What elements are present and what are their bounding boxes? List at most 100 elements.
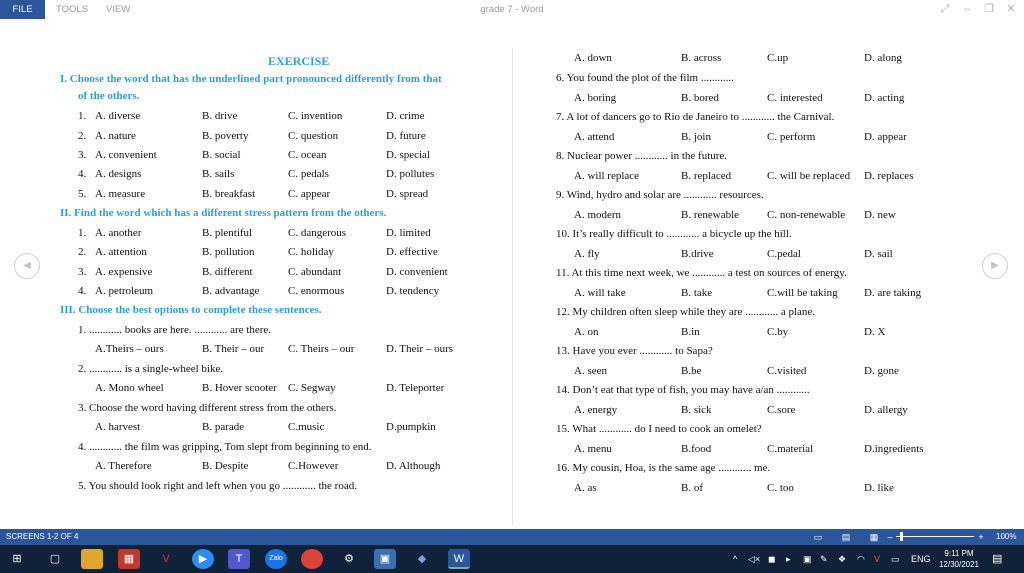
option-a: A. Therefore [95, 460, 152, 472]
question-2: 2. ............ is a single-wheel bike. [78, 363, 224, 375]
option-c: C. appear [288, 188, 331, 200]
option-c: C.by [767, 325, 789, 338]
section-1-heading-cont: of the others. [78, 90, 140, 102]
option-d: D. gone [864, 364, 899, 377]
word-icon[interactable]: W [448, 549, 470, 569]
option-b: B. sick [681, 403, 712, 416]
settings-icon[interactable]: ⚙ [338, 549, 360, 569]
option-b: B. plentiful [202, 227, 253, 239]
fullscreen-icon[interactable]: ⤢ [935, 2, 955, 17]
previous-screen-icon[interactable]: ◀ [14, 253, 40, 279]
option-b: B. parade [202, 421, 245, 433]
maps-pin-icon[interactable]: ◆ [411, 549, 433, 569]
option-c: C. too [767, 481, 794, 494]
option-d: D. effective [386, 246, 438, 258]
option-c: C. dangerous [288, 227, 347, 239]
option-a: A. attend [574, 130, 615, 143]
zoom-in-icon[interactable]: + [975, 531, 987, 543]
windows-start-icon[interactable]: ⊞ [6, 549, 28, 569]
zoom-out-icon[interactable]: – [884, 531, 896, 543]
file-explorer-icon[interactable] [81, 549, 103, 569]
media-play-icon[interactable]: ▸ [786, 552, 791, 566]
zoom-app-icon[interactable]: ▶ [192, 549, 214, 569]
question-3: 3. Choose the word having different stre… [78, 402, 337, 414]
antivirus-icon[interactable]: V [874, 552, 880, 566]
option-a: A.Theirs – ours [95, 343, 164, 355]
chrome-icon[interactable] [301, 549, 323, 569]
clock-date: 12/30/2021 [938, 560, 980, 569]
print-layout-icon[interactable]: ▤ [840, 531, 852, 543]
option-c: C. question [288, 130, 339, 142]
restore-icon[interactable]: ❐ [979, 2, 999, 17]
teams-icon[interactable]: T [228, 549, 250, 569]
battery-icon[interactable]: ▭ [891, 552, 900, 566]
option-a: A. modern [574, 208, 622, 221]
vtv-app-icon[interactable]: V [155, 549, 177, 569]
zalo-icon[interactable]: Zalo [265, 549, 287, 569]
camera-icon[interactable]: ▣ [803, 552, 812, 566]
minimize-icon[interactable]: – [957, 2, 977, 17]
question-16: 16. My cousin, Hoa, is the same age ....… [556, 462, 771, 474]
wifi-icon[interactable]: ◠ [857, 552, 865, 566]
question-9: 9. Wind, hydro and solar are ...........… [556, 189, 764, 201]
option-d: D. allergy [864, 403, 908, 416]
app-grid-icon[interactable]: ▦ [118, 549, 140, 569]
option-a: A. attention [95, 246, 147, 258]
option-a: A. down [574, 52, 612, 64]
option-a: A. nature [95, 130, 136, 142]
task-view-icon[interactable]: ▢ [44, 549, 66, 569]
option-b: B. pollution [202, 246, 255, 258]
option-d: D. pollutes [386, 168, 435, 180]
item-number: 4. [78, 168, 87, 180]
question-5: 5. You should look right and left when y… [78, 480, 357, 492]
option-b: B. replaced [681, 169, 732, 182]
window-title: grade 7 - Word [480, 4, 544, 15]
option-a: A. fly [574, 247, 600, 260]
zoom-level[interactable]: 100% [996, 529, 1016, 545]
option-b: B.in [681, 325, 700, 338]
zoom-slider-thumb[interactable] [900, 532, 903, 541]
volume-icon[interactable]: ◁× [748, 552, 760, 566]
item-number: 4. [78, 285, 87, 297]
option-a: A. boring [574, 91, 617, 104]
option-b: B. bored [681, 91, 719, 104]
web-layout-icon[interactable]: ▦ [868, 531, 880, 543]
option-b: B. Their – our [202, 343, 265, 355]
language-indicator[interactable]: ENG [911, 552, 931, 566]
item-number: 5. [78, 188, 87, 200]
option-c: C. holiday [288, 246, 334, 258]
option-b: B. social [202, 149, 241, 161]
read-mode-icon[interactable]: ▭ [812, 531, 824, 543]
option-d: D. crime [386, 110, 425, 122]
close-icon[interactable]: ✕ [1001, 2, 1021, 17]
option-d: D. appear [864, 130, 907, 143]
option-b: B. advantage [202, 285, 260, 297]
tray-app-icon[interactable]: ◼ [768, 552, 775, 566]
option-b: B. of [681, 481, 703, 494]
pen-icon[interactable]: ✎ [820, 552, 828, 566]
option-a: A. menu [574, 442, 612, 455]
option-a: A. measure [95, 188, 146, 200]
option-c: C. abundant [288, 266, 342, 278]
network-share-icon[interactable]: ❖ [838, 552, 846, 566]
option-a: A. on [574, 325, 599, 338]
option-d: D.ingredients [864, 442, 924, 455]
media-app-icon[interactable]: ▣ [374, 549, 396, 569]
tools-tab[interactable]: TOOLS [56, 0, 88, 19]
section-3-heading: III. Choose the best options to complete… [60, 304, 322, 316]
option-c: C. Segway [288, 382, 336, 394]
next-screen-icon[interactable]: ▶ [982, 253, 1008, 279]
clock[interactable]: 9:11 PM 12/30/2021 [934, 548, 984, 570]
zoom-slider[interactable] [896, 536, 974, 537]
question-15: 15. What ............ do I need to cook … [556, 423, 762, 435]
option-d: D. special [386, 149, 430, 161]
option-a: A. seen [574, 364, 607, 377]
file-tab[interactable]: FILE [0, 0, 45, 19]
view-tab[interactable]: VIEW [106, 0, 130, 19]
option-c: C. invention [288, 110, 343, 122]
show-hidden-icons-icon[interactable]: ^ [733, 552, 737, 566]
option-d: D. convenient [386, 266, 448, 278]
notifications-icon[interactable]: ▤ [992, 552, 1002, 566]
taskbar: ⊞ ▢ ▦ V ▶ T Zalo ⚙ ▣ ◆ W ^ ◁× ◼ ▸ ▣ ✎ ❖ … [0, 545, 1024, 573]
option-d: D. acting [864, 91, 905, 104]
